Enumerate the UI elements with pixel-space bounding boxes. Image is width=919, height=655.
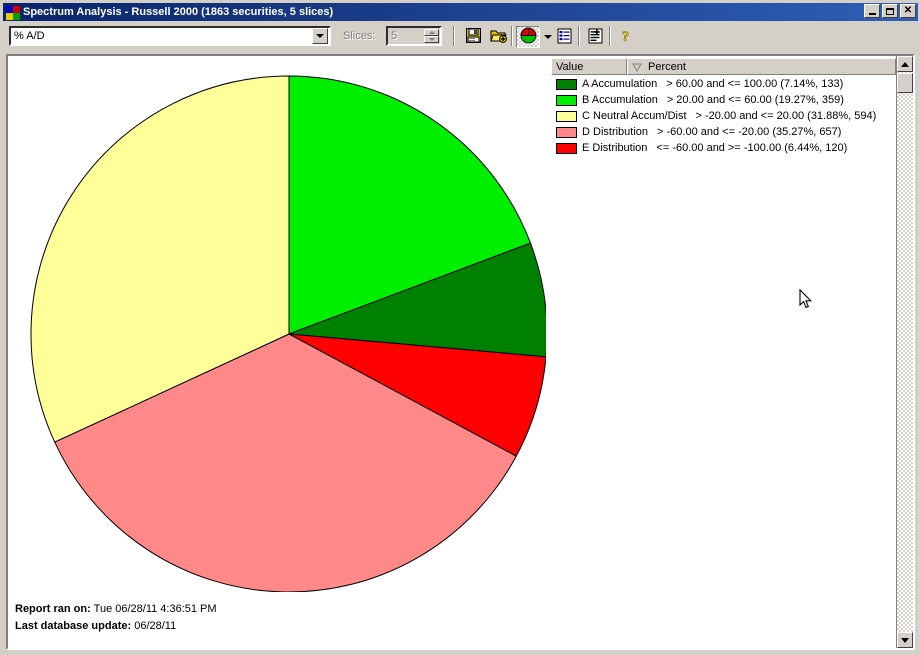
list-report-icon xyxy=(556,27,573,47)
scroll-down-icon[interactable] xyxy=(897,632,913,648)
report-canvas: B Accumulation 19.27% (359)A Accumulatio… xyxy=(8,56,913,648)
legend-item-name: E Distribution xyxy=(582,142,648,154)
slices-spin-buttons xyxy=(424,29,439,43)
legend-item-description: <= -60.00 and >= -100.00 (6.44%, 120) xyxy=(656,142,848,154)
legend-row[interactable]: C Neutral Accum/Dist > -20.00 and <= 20.0… xyxy=(551,108,896,124)
legend-item-description: > -60.00 and <= -20.00 (35.27%, 657) xyxy=(657,126,842,138)
toolbar-separator xyxy=(511,26,513,46)
toolbar-separator xyxy=(578,26,580,46)
spinner-up-icon[interactable] xyxy=(424,29,439,36)
legend-column-label-value: Value xyxy=(556,60,584,73)
report-ran-line: Report ran on: Tue 06/28/11 4:36:51 PM xyxy=(15,601,217,618)
scroll-up-icon[interactable] xyxy=(897,56,913,72)
legend-color-swatch xyxy=(556,78,577,90)
list-view-button[interactable] xyxy=(552,26,576,48)
legend-row[interactable]: A Accumulation > 60.00 and <= 100.00 (7.1… xyxy=(551,76,896,92)
legend-item-name: A Accumulation xyxy=(582,78,658,90)
sort-descending-icon xyxy=(632,62,642,73)
legend-panel: Value Percent A Accumulation > 60.00 and … xyxy=(551,58,896,158)
spectrum-app-icon xyxy=(4,4,20,20)
help-button[interactable]: ? xyxy=(613,26,637,48)
report-client-area: B Accumulation 19.27% (359)A Accumulatio… xyxy=(6,54,915,650)
legend-color-swatch xyxy=(556,126,577,138)
open-button[interactable] xyxy=(486,26,510,48)
legend-color-swatch xyxy=(556,110,577,122)
legend-item-description: > 60.00 and <= 100.00 (7.14%, 133) xyxy=(666,78,844,90)
pie-chart-view-button[interactable] xyxy=(516,26,540,48)
save-button[interactable] xyxy=(461,26,485,48)
legend-row[interactable]: D Distribution > -60.00 and <= -20.00 (35… xyxy=(551,124,896,140)
slices-stepper[interactable]: 5 xyxy=(386,26,442,46)
legend-item-name: B Accumulation xyxy=(582,94,658,106)
database-update-label: Last database update: xyxy=(15,620,132,632)
slices-value: 5 xyxy=(391,30,398,42)
svg-text:?: ? xyxy=(621,29,629,44)
close-button[interactable]: ✕ xyxy=(900,4,916,18)
legend-column-header-percent[interactable]: Percent xyxy=(627,58,896,75)
legend-item-description: > -20.00 and <= 20.00 (31.88%, 594) xyxy=(695,110,877,122)
floppy-disk-icon xyxy=(465,27,482,47)
legend-column-label-percent: Percent xyxy=(648,60,686,73)
pie-chart: B Accumulation 19.27% (359)A Accumulatio… xyxy=(21,62,548,593)
window-controls: ✕ xyxy=(864,4,916,18)
toolbar-separator xyxy=(609,26,611,46)
legend-item-name: C Neutral Accum/Dist xyxy=(582,110,687,122)
legend-item-name: D Distribution xyxy=(582,126,649,138)
open-folder-icon xyxy=(489,27,507,47)
report-ran-value: Tue 06/28/11 4:36:51 PM xyxy=(93,603,217,615)
toolbar-separator xyxy=(453,26,455,46)
arrow-cursor xyxy=(799,288,813,311)
chart-type-value: % A/D xyxy=(14,30,45,42)
legend-column-header-value[interactable]: Value xyxy=(551,58,627,75)
chevron-down-icon xyxy=(543,35,552,39)
chart-type-combobox[interactable]: % A/D xyxy=(9,26,331,46)
slices-label: Slices: xyxy=(343,30,376,42)
pie-chart-icon xyxy=(520,27,537,47)
detail-report-icon xyxy=(587,27,604,47)
spinner-down-icon[interactable] xyxy=(424,36,439,43)
legend-row[interactable]: E Distribution <= -60.00 and >= -100.00 (… xyxy=(551,140,896,156)
legend-header: Value Percent xyxy=(551,58,896,75)
detail-report-button[interactable] xyxy=(583,26,607,48)
scroll-thumb[interactable] xyxy=(897,73,913,93)
vertical-scrollbar[interactable] xyxy=(896,56,913,648)
legend-color-swatch xyxy=(556,142,577,154)
maximize-button[interactable] xyxy=(882,4,898,18)
legend-rows: A Accumulation > 60.00 and <= 100.00 (7.1… xyxy=(551,76,896,156)
window-title: Spectrum Analysis - Russell 2000 (1863 s… xyxy=(23,6,334,18)
minimize-button[interactable] xyxy=(864,4,880,18)
database-update-value: 06/28/11 xyxy=(134,620,177,632)
application-window: Spectrum Analysis - Russell 2000 (1863 s… xyxy=(0,0,919,655)
question-mark-icon: ? xyxy=(617,27,634,47)
chevron-down-icon[interactable] xyxy=(312,28,328,44)
report-ran-label: Report ran on: xyxy=(15,603,91,615)
title-bar[interactable]: Spectrum Analysis - Russell 2000 (1863 s… xyxy=(3,3,918,21)
legend-item-description: > 20.00 and <= 60.00 (19.27%, 359) xyxy=(666,94,844,106)
database-update-line: Last database update: 06/28/11 xyxy=(15,618,217,635)
legend-color-swatch xyxy=(556,94,577,106)
legend-row[interactable]: B Accumulation > 20.00 and <= 60.00 (19.2… xyxy=(551,92,896,108)
pie-chart-svg: B Accumulation 19.27% (359)A Accumulatio… xyxy=(30,75,548,593)
report-footer: Report ran on: Tue 06/28/11 4:36:51 PM L… xyxy=(15,601,217,635)
toolbar: % A/D Slices: 5 ? xyxy=(3,22,918,51)
